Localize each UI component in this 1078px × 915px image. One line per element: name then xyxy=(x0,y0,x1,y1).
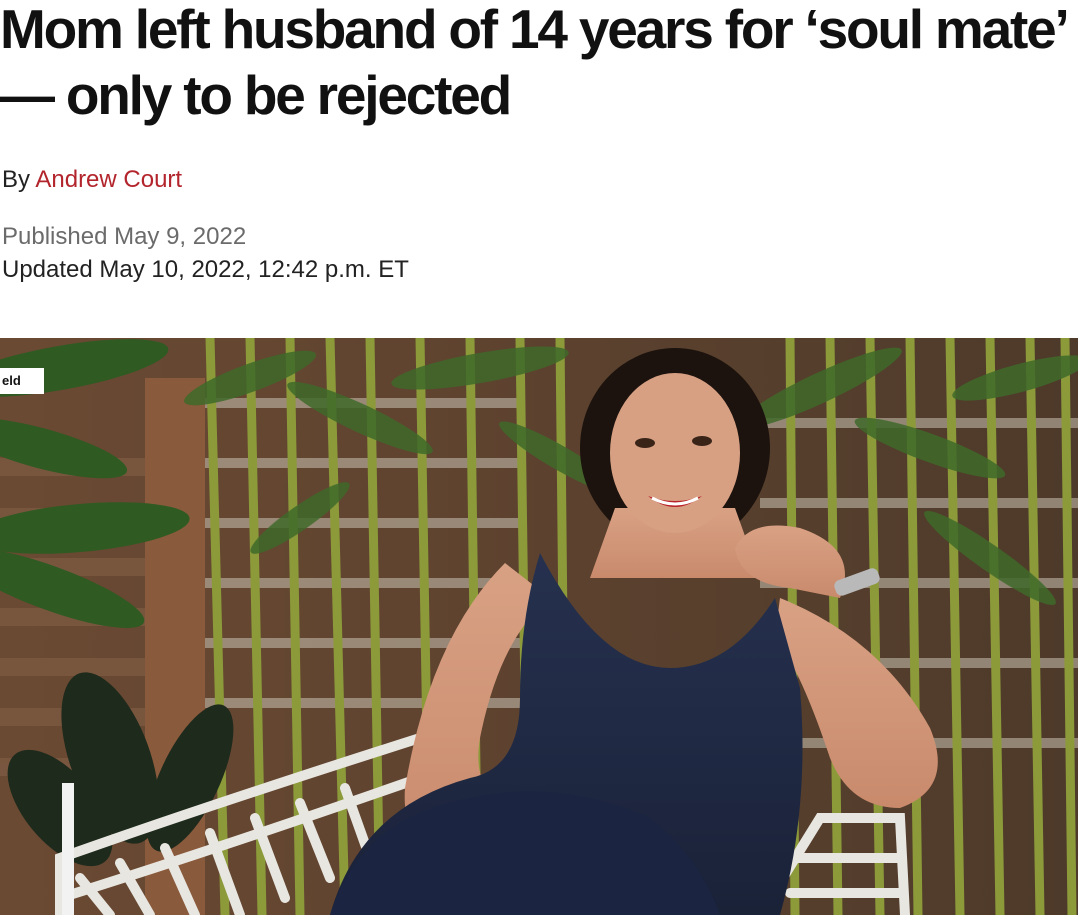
byline-prefix: By xyxy=(2,166,31,193)
photo-credit-fragment: eld xyxy=(0,368,44,394)
updated-date: Updated May 10, 2022, 12:42 p.m. ET xyxy=(2,256,409,283)
byline: By Andrew Court xyxy=(2,165,182,195)
author-link[interactable]: Andrew Court xyxy=(35,166,182,193)
article-dates: Published May 9, 2022 Updated May 10, 20… xyxy=(2,220,409,286)
published-date: Published May 9, 2022 xyxy=(2,223,247,250)
article-photo[interactable]: eld xyxy=(0,338,1078,915)
article-photo-illustration xyxy=(0,338,1078,915)
article-headline: Mom left husband of 14 years for ‘soul m… xyxy=(0,0,1067,126)
